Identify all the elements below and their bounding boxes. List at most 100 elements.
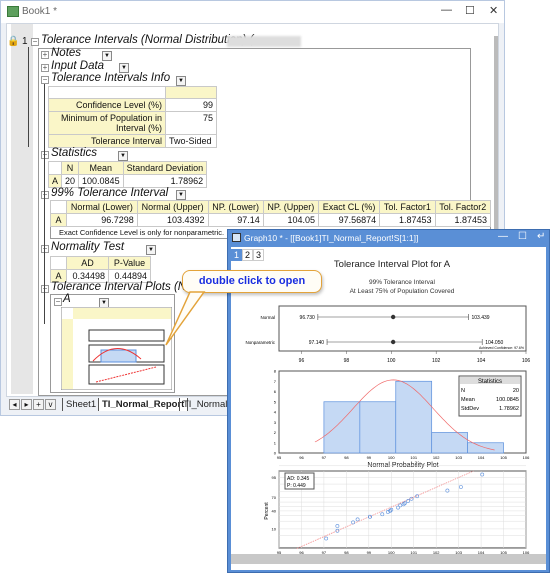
next-sheet-button[interactable]: ▸ xyxy=(21,399,32,410)
data-point xyxy=(335,524,340,528)
x-tick-label: 95 xyxy=(277,455,282,460)
dropdown-icon[interactable]: ▼ xyxy=(146,245,156,255)
interval-center-point xyxy=(390,339,396,345)
histogram-bar xyxy=(395,380,433,454)
section-input-data[interactable]: Input Data xyxy=(51,60,104,72)
x-tick-label: 103 xyxy=(455,550,462,555)
section-tolerance-interval[interactable]: 99% Tolerance Interval xyxy=(51,187,168,199)
x-tick-label: 96 xyxy=(299,358,305,364)
svg-text:AD: 0.345: AD: 0.345 xyxy=(287,476,309,482)
row-header-column xyxy=(11,24,33,394)
x-tick-label: 97 xyxy=(322,550,327,555)
y-tick-label: 4 xyxy=(274,410,277,415)
table-row: A 96.7298 103.4392 97.14 104.05 97.56874 1.874… xyxy=(50,213,492,227)
workbook-titlebar[interactable]: Book1 * — ☐ ✕ xyxy=(1,1,504,23)
table-row: Minimum of Population in Interval (%) 75 xyxy=(48,111,217,135)
section-tolerance-info[interactable]: Tolerance Intervals Info xyxy=(51,72,170,84)
section-normality-test[interactable]: Normality Test xyxy=(51,241,124,253)
plot-subtitle-2: At Least 75% of Population Covered xyxy=(350,288,455,295)
svg-text:N: N xyxy=(461,388,465,394)
y-tick-label: 70 xyxy=(272,495,277,500)
collapse-icon[interactable]: − xyxy=(31,38,39,46)
x-tick-label: 97 xyxy=(322,455,327,460)
svg-text:Statistics: Statistics xyxy=(478,379,502,385)
callout-pointer xyxy=(165,291,206,346)
plot-title: Tolerance Interval Plot for A xyxy=(334,259,451,270)
dropdown-icon[interactable]: ▼ xyxy=(176,190,186,200)
x-tick-label: 95 xyxy=(277,550,282,555)
svg-text:P: 0.449: P: 0.449 xyxy=(287,483,306,489)
data-point xyxy=(458,485,463,489)
collapse-icon[interactable]: − xyxy=(54,298,62,306)
subsection-a: A xyxy=(63,293,71,305)
x-tick-label: 104 xyxy=(477,358,486,364)
y-tick-label: 5 xyxy=(274,399,277,404)
x-tick-label: 96 xyxy=(299,455,304,460)
prob-plot-frame xyxy=(278,470,527,549)
interval-center-point xyxy=(390,314,396,320)
y-tick-label: 3 xyxy=(274,420,277,425)
svg-text:100.0845: 100.0845 xyxy=(496,397,519,403)
histogram-bar xyxy=(431,432,468,454)
data-point xyxy=(409,496,414,501)
x-tick-label: 105 xyxy=(500,455,507,460)
interval-lower-label: 97.140 xyxy=(309,340,325,346)
svg-text:StdDev: StdDev xyxy=(461,406,479,412)
normality-table: AD P-Value A 0.34498 0.44894 xyxy=(50,256,151,283)
close-button[interactable]: ✕ xyxy=(489,4,498,17)
data-point xyxy=(355,517,360,522)
add-sheet-button[interactable]: + xyxy=(33,399,44,410)
y-tick-label: 10 xyxy=(272,526,277,531)
tab-ti-normal-report[interactable]: TI_Normal_Report xyxy=(98,398,189,411)
tab-sheet1[interactable]: Sheet1 xyxy=(62,398,99,411)
histogram-bar xyxy=(359,401,397,454)
ad-box: AD: 0.345 P: 0.449 xyxy=(284,472,315,490)
section-notes[interactable]: Notes xyxy=(51,47,81,59)
x-tick-label: 101 xyxy=(410,550,417,555)
collapse-icon[interactable]: − xyxy=(41,76,49,84)
interval-row-label: Nonparametric xyxy=(245,340,275,345)
x-tick-label: 102 xyxy=(433,455,440,460)
table-row: Confidence Level (%) 99 xyxy=(48,98,217,112)
x-tick-label: 102 xyxy=(432,358,441,364)
x-tick-label: 100 xyxy=(388,455,395,460)
prob-ylabel: Percent xyxy=(264,502,270,520)
maximize-button[interactable]: ☐ xyxy=(465,4,475,17)
first-sheet-button[interactable]: ◂ xyxy=(9,399,20,410)
achieved-confidence: Achieved Confidence: 97.6% xyxy=(479,346,524,350)
interval-upper-label: 103.439 xyxy=(471,315,489,321)
workbook-title: Book1 * xyxy=(22,6,58,17)
info-table: Confidence Level (%) 99 Minimum of Popula… xyxy=(48,86,217,148)
lock-icon: 🔒 xyxy=(7,36,20,47)
stats-box: Statistics N 20 Mean 100.0845 StdDev 1.7896… xyxy=(458,375,522,417)
blurred-timestamp xyxy=(227,36,301,47)
x-tick-label: 106 xyxy=(523,455,530,460)
x-tick-label: 104 xyxy=(478,455,485,460)
dropdown-icon[interactable]: ▼ xyxy=(118,151,128,161)
data-point xyxy=(380,512,385,517)
expand-icon[interactable]: + xyxy=(41,51,49,59)
svg-text:20: 20 xyxy=(513,388,519,394)
y-tick-label: 6 xyxy=(274,389,277,394)
section-statistics[interactable]: Statistics xyxy=(51,147,97,159)
x-tick-label: 106 xyxy=(522,358,531,364)
x-tick-label: 106 xyxy=(523,550,530,555)
data-point xyxy=(324,536,329,541)
workbook-icon xyxy=(7,6,19,17)
histogram-bar xyxy=(323,401,361,454)
minimize-button[interactable]: — xyxy=(441,4,452,16)
graph-thumbnail[interactable] xyxy=(61,307,172,390)
expand-icon[interactable]: + xyxy=(41,64,49,72)
x-tick-label: 98 xyxy=(344,358,350,364)
dropdown-icon[interactable]: ▼ xyxy=(176,76,186,86)
fit-line xyxy=(296,470,474,549)
row-number: 1 xyxy=(22,36,28,47)
sheet-list-button[interactable]: v xyxy=(45,399,56,410)
x-tick-label: 99 xyxy=(367,550,372,555)
x-tick-label: 103 xyxy=(455,455,462,460)
y-tick-label: 40 xyxy=(272,508,277,513)
x-tick-label: 100 xyxy=(387,358,396,364)
table-row: Tolerance Interval Two-Sided xyxy=(48,134,217,148)
statistics-table: N Mean Standard Deviation A 20 100.0845 1.789… xyxy=(47,161,208,188)
x-tick-label: 100 xyxy=(388,550,395,555)
